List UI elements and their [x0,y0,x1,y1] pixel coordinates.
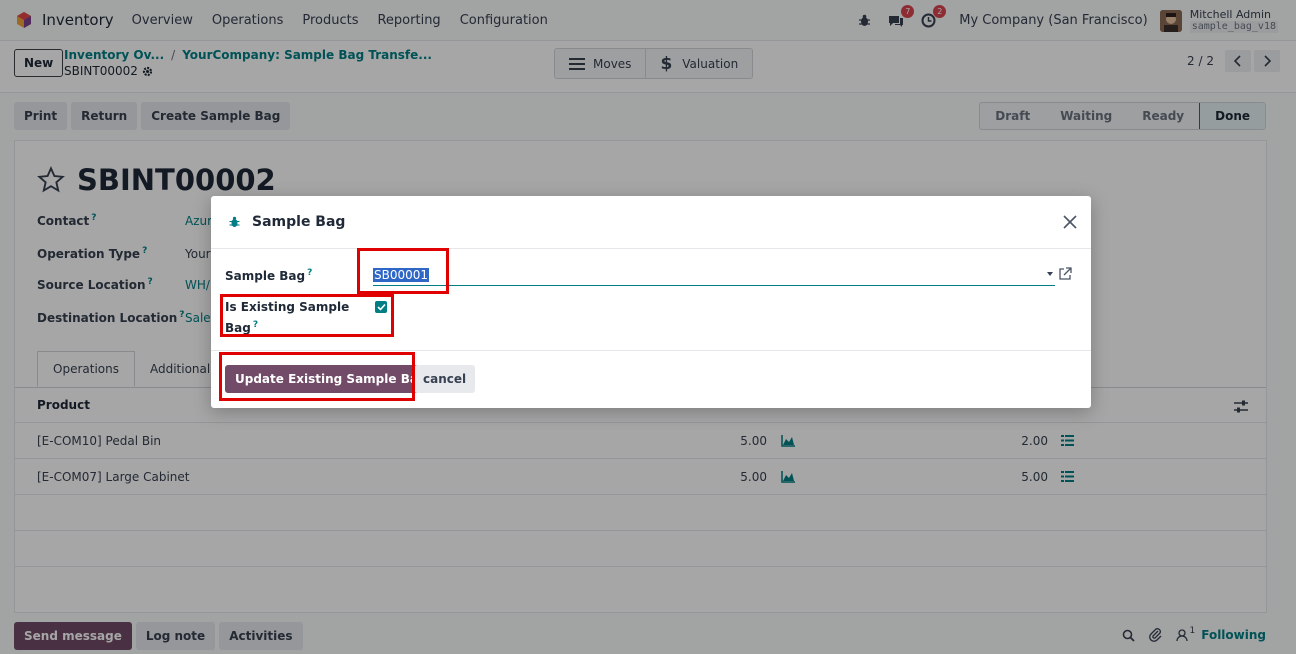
external-link-icon[interactable] [1058,267,1072,281]
sample-bag-input[interactable]: SB00001 [373,264,1055,286]
cancel-button[interactable]: cancel [414,365,476,393]
close-icon[interactable] [1061,213,1079,231]
dropdown-caret-icon[interactable] [1047,272,1053,276]
highlight-sample-bag-input [357,248,449,294]
highlight-update-button [219,352,415,401]
sample-bag-field-label: Sample Bag? [225,268,313,283]
highlight-is-existing-checkbox [220,294,394,337]
bug-icon [229,216,240,227]
dialog-header: Sample Bag [211,196,1091,249]
dialog-title: Sample Bag [252,214,346,230]
